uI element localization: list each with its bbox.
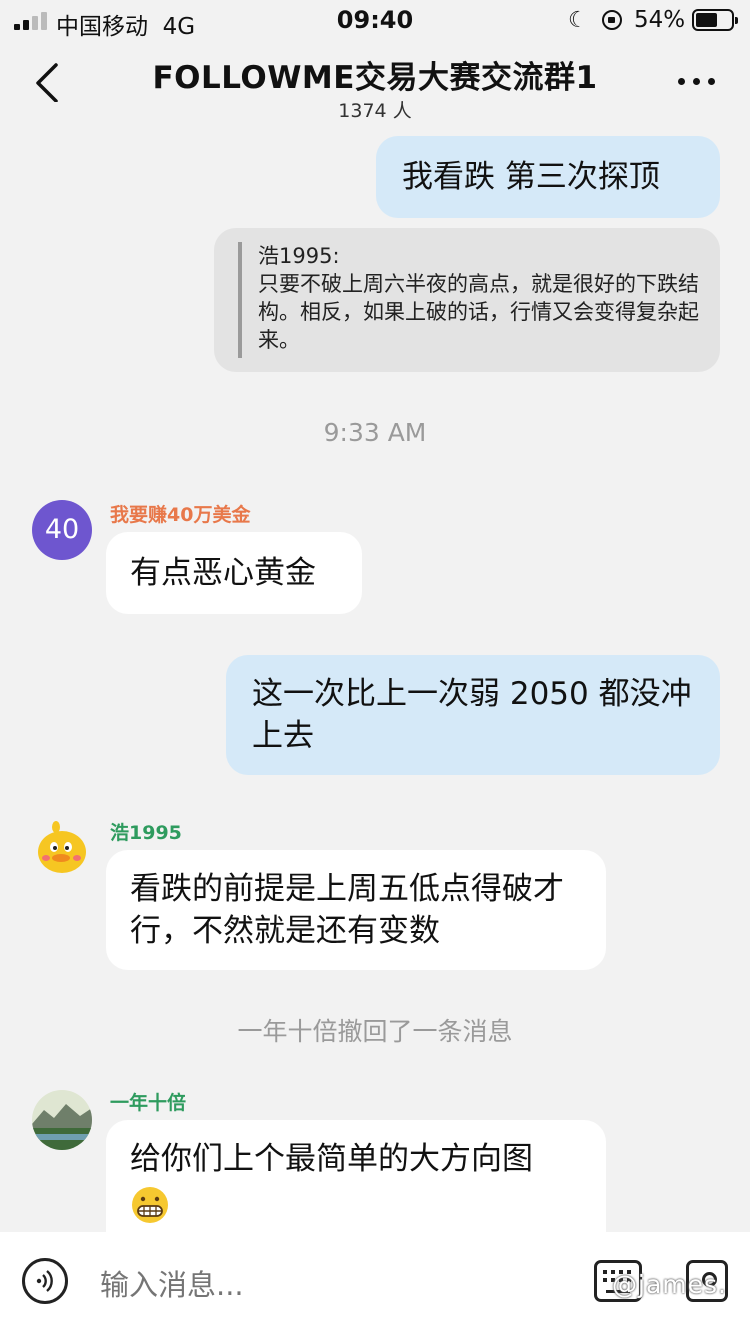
landscape-avatar-icon [32, 1090, 92, 1150]
message-bubble-outgoing[interactable]: 我看跌 第三次探顶 [376, 136, 720, 218]
voice-button[interactable] [22, 1258, 68, 1304]
watermark: @james. [612, 1270, 727, 1299]
message-input[interactable] [98, 1260, 562, 1310]
message-bubble-incoming[interactable]: 看跌的前提是上周五低点得破才行，不然就是还有变数 [106, 850, 606, 970]
message-text: 给你们上个最简单的大方向图 [130, 1141, 533, 1177]
timestamp: 9:33 AM [323, 418, 427, 447]
message-bubble-incoming[interactable]: 给你们上个最简单的大方向图 [106, 1120, 606, 1232]
sender-name: 我要赚40万美金 [110, 504, 251, 526]
more-button[interactable] [674, 74, 720, 90]
status-bar: 中国移动 4G 09:40 ☾ 54% [0, 0, 750, 40]
grimacing-emoji-icon [132, 1186, 168, 1223]
message-text: 有点恶心黄金 [130, 555, 316, 591]
message-text: 看跌的前提是上周五低点得破才行，不然就是还有变数 [130, 871, 564, 949]
group-title: FOLLOWME交易大赛交流群1 [152, 60, 598, 96]
avatar[interactable]: 40 [32, 500, 92, 560]
recall-notice: 一年十倍撤回了一条消息 [237, 1017, 513, 1046]
message-text: 我看跌 第三次探顶 [402, 159, 660, 195]
quote-text: 只要不破上周六半夜的高点，就是很好的下跌结构。相反，如果上破的话，行情又会变得复… [258, 272, 699, 352]
do-not-disturb-icon: ☾ [568, 8, 588, 33]
duck-avatar-icon [38, 821, 86, 873]
quote-bar [238, 242, 242, 358]
sender-name: 浩1995 [110, 822, 182, 844]
quoted-message[interactable]: 浩1995: 只要不破上周六半夜的高点，就是很好的下跌结构。相反，如果上破的话，… [214, 228, 720, 372]
voice-wave-icon [36, 1270, 53, 1292]
battery-icon [692, 9, 738, 31]
sender-name: 一年十倍 [110, 1092, 187, 1114]
message-bubble-incoming[interactable]: 有点恶心黄金 [106, 532, 362, 614]
avatar[interactable] [32, 1090, 92, 1150]
chat-header: FOLLOWME交易大赛交流群1 1374 人 [0, 40, 750, 126]
rotation-lock-icon [602, 10, 622, 30]
avatar[interactable] [32, 818, 92, 878]
message-bubble-outgoing[interactable]: 这一次比上一次弱 2050 都没冲上去 [226, 655, 720, 775]
message-text: 这一次比上一次弱 2050 都没冲上去 [252, 676, 692, 754]
member-count: 1374 人 [338, 100, 412, 122]
quote-content: 浩1995: 只要不破上周六半夜的高点，就是很好的下跌结构。相反，如果上破的话，… [258, 242, 702, 354]
quote-author: 浩1995: [258, 244, 340, 268]
battery-percent: 54% [634, 7, 686, 33]
